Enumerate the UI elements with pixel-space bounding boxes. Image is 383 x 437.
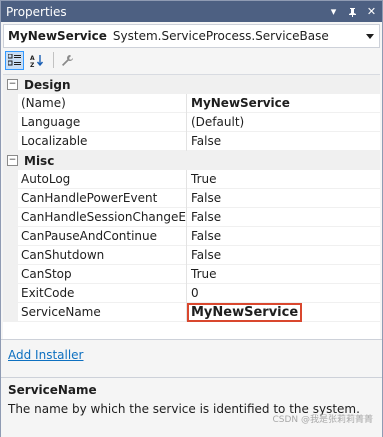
row-margin bbox=[3, 94, 18, 113]
commands-pane: Add Installer bbox=[1, 339, 382, 378]
description-pane: ServiceName The name by which the servic… bbox=[1, 377, 382, 437]
property-value[interactable]: True bbox=[187, 265, 380, 284]
category-label: Design bbox=[24, 77, 71, 92]
toolbar-separator bbox=[53, 52, 54, 68]
property-name: CanShutdown bbox=[18, 246, 186, 265]
property-value[interactable]: 0 bbox=[187, 284, 380, 303]
property-name: Localizable bbox=[18, 132, 186, 151]
property-pages-icon[interactable] bbox=[58, 51, 77, 70]
property-value[interactable]: False bbox=[187, 189, 380, 208]
object-selector[interactable]: MyNewService System.ServiceProcess.Servi… bbox=[3, 24, 380, 48]
window-title: Properties bbox=[6, 4, 67, 19]
servicename-edit-field[interactable]: MyNewService bbox=[187, 302, 303, 322]
row-margin bbox=[3, 132, 18, 151]
alphabetical-icon[interactable]: A Z bbox=[27, 51, 46, 70]
row-margin bbox=[3, 303, 18, 322]
property-name: CanHandlePowerEvent bbox=[18, 189, 186, 208]
svg-text:A: A bbox=[30, 55, 35, 62]
property-value[interactable]: False bbox=[187, 132, 380, 151]
row-margin bbox=[3, 284, 18, 303]
property-name: CanHandleSessionChangeEven bbox=[18, 208, 186, 227]
property-name: CanStop bbox=[18, 265, 186, 284]
add-installer-link[interactable]: Add Installer bbox=[8, 348, 84, 362]
row-margin bbox=[3, 227, 18, 246]
property-value[interactable]: True bbox=[187, 170, 380, 189]
category-misc[interactable]: − Misc bbox=[3, 151, 380, 170]
collapse-icon[interactable]: − bbox=[7, 155, 18, 166]
property-value[interactable]: MyNewService bbox=[187, 94, 380, 113]
chevron-down-icon[interactable]: ▾ bbox=[325, 3, 342, 20]
property-row-canhandlesessionchangeevent[interactable]: CanHandleSessionChangeEven False bbox=[3, 208, 380, 227]
property-name: CanPauseAndContinue bbox=[18, 227, 186, 246]
property-row-autolog[interactable]: AutoLog True bbox=[3, 170, 380, 189]
property-name: ExitCode bbox=[18, 284, 186, 303]
row-margin bbox=[3, 246, 18, 265]
watermark: CSDN @我是张莉莉菁菁 bbox=[272, 415, 373, 425]
row-margin bbox=[3, 170, 18, 189]
property-row-canstop[interactable]: CanStop True bbox=[3, 265, 380, 284]
description-title: ServiceName bbox=[8, 383, 97, 397]
property-row-canpauseandcontinue[interactable]: CanPauseAndContinue False bbox=[3, 227, 380, 246]
property-row-language[interactable]: Language (Default) bbox=[3, 113, 380, 132]
title-bar: Properties ▾ ✕ bbox=[1, 1, 382, 22]
categorized-icon[interactable] bbox=[5, 50, 24, 70]
object-name: MyNewService bbox=[8, 29, 107, 43]
property-row-name[interactable]: (Name) MyNewService bbox=[3, 94, 380, 113]
collapse-icon[interactable]: − bbox=[7, 79, 18, 90]
property-row-exitcode[interactable]: ExitCode 0 bbox=[3, 284, 380, 303]
property-row-localizable[interactable]: Localizable False bbox=[3, 132, 380, 151]
property-value[interactable]: (Default) bbox=[187, 113, 380, 132]
row-margin bbox=[3, 189, 18, 208]
property-row-canshutdown[interactable]: CanShutdown False bbox=[3, 246, 380, 265]
property-value[interactable]: MyNewService bbox=[187, 302, 380, 322]
category-label: Misc bbox=[24, 153, 55, 168]
properties-window: Properties ▾ ✕ MyNewService System.Servi… bbox=[0, 0, 383, 437]
row-margin bbox=[3, 208, 18, 227]
property-row-servicename[interactable]: ServiceName MyNewService bbox=[3, 302, 380, 322]
property-row-canhandlepowerevent[interactable]: CanHandlePowerEvent False bbox=[3, 189, 380, 208]
property-value[interactable]: False bbox=[187, 227, 380, 246]
svg-text:Z: Z bbox=[30, 62, 35, 67]
object-type: System.ServiceProcess.ServiceBase bbox=[112, 29, 329, 43]
property-name: ServiceName bbox=[18, 303, 186, 322]
property-name: (Name) bbox=[18, 94, 186, 113]
category-design[interactable]: − Design bbox=[3, 75, 380, 94]
chevron-down-icon[interactable] bbox=[365, 33, 375, 39]
pin-icon[interactable] bbox=[344, 3, 361, 20]
property-value[interactable]: False bbox=[187, 208, 380, 227]
property-name: Language bbox=[18, 113, 186, 132]
row-margin bbox=[3, 113, 18, 132]
property-value[interactable]: False bbox=[187, 246, 380, 265]
property-toolbar: A Z bbox=[1, 48, 382, 72]
property-name: AutoLog bbox=[18, 170, 186, 189]
close-icon[interactable]: ✕ bbox=[363, 3, 380, 20]
row-margin bbox=[3, 265, 18, 284]
property-grid: − Design (Name) MyNewService Language (D… bbox=[3, 74, 380, 339]
